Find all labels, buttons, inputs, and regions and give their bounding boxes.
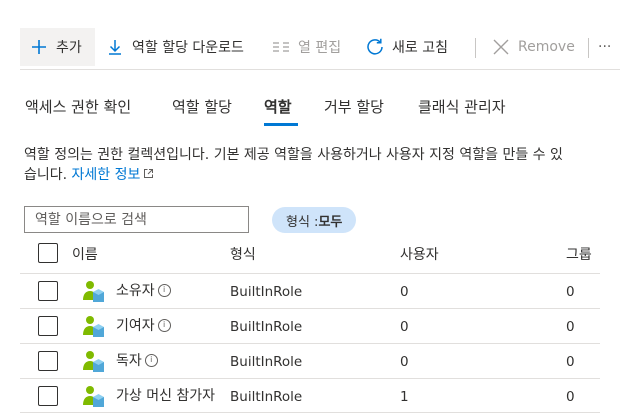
role-users-count: 0 (400, 319, 409, 335)
role-name[interactable]: 가상 머신 참가자 (116, 385, 220, 405)
select-all-checkbox[interactable] (38, 243, 58, 263)
role-icon (83, 316, 104, 337)
role-name-search-input[interactable] (24, 206, 249, 233)
refresh-label: 새로 고침 (392, 40, 448, 56)
role-groups-count: 0 (566, 389, 575, 405)
column-header-users[interactable]: 사용자 (400, 244, 439, 264)
row-checkbox[interactable] (38, 281, 58, 301)
column-header-name[interactable]: 이름 (72, 244, 98, 264)
columns-icon (270, 36, 292, 58)
learn-more-link[interactable]: 자세한 정보 (72, 167, 155, 183)
tab-deny-assignments[interactable]: 거부 할당 (324, 96, 384, 117)
roles-description: 역할 정의는 권한 컬렉션입니다. 기본 제공 역할을 사용하거나 사용자 지정… (24, 145, 620, 185)
role-type: BuiltInRole (230, 319, 303, 335)
role-name-text: 가상 머신 참가자 (116, 388, 216, 404)
role-name-text: 소유자 (116, 283, 155, 299)
role-groups-count: 0 (566, 319, 575, 335)
download-label: 역할 할당 다운로드 (132, 40, 244, 56)
external-link-icon (143, 165, 154, 185)
edit-columns-button[interactable]: 열 편집 (270, 28, 341, 66)
type-filter-pill[interactable]: 형식 : 모두 (272, 207, 357, 233)
info-icon[interactable]: i (144, 353, 158, 367)
role-groups-count: 0 (566, 284, 575, 300)
role-type: BuiltInRole (230, 389, 303, 405)
role-name[interactable]: 소유자 i (116, 280, 220, 300)
more-label: ··· (598, 39, 612, 55)
description-text: 습니다. (24, 167, 72, 183)
role-name-text: 기여자 (116, 318, 155, 334)
role-users-count: 0 (400, 354, 409, 370)
row-checkbox[interactable] (38, 316, 58, 336)
tab-roles[interactable]: 역할 (264, 96, 292, 117)
role-users-count: 1 (400, 389, 409, 405)
column-header-type[interactable]: 형식 (230, 244, 256, 264)
active-tab-indicator (264, 123, 298, 126)
header-divider (20, 273, 600, 274)
close-icon (490, 36, 512, 58)
learn-more-label: 자세한 정보 (71, 167, 141, 183)
toolbar-divider (588, 38, 589, 58)
role-users-count: 0 (400, 284, 409, 300)
role-groups-count: 0 (566, 354, 575, 370)
role-name[interactable]: 기여자 i (116, 315, 220, 335)
info-icon[interactable]: i (157, 283, 171, 297)
type-filter-value: 모두 (318, 214, 343, 230)
row-divider (20, 343, 600, 344)
remove-button[interactable]: Remove (490, 28, 575, 66)
role-type: BuiltInRole (230, 354, 303, 370)
row-divider (20, 308, 600, 309)
download-icon (104, 36, 126, 58)
add-label: 추가 (56, 40, 82, 56)
toolbar-divider (475, 38, 476, 58)
info-icon[interactable]: i (157, 318, 171, 332)
refresh-icon (364, 36, 386, 58)
add-button[interactable]: 추가 (20, 28, 95, 66)
refresh-button[interactable]: 새로 고침 (364, 28, 448, 66)
role-icon (83, 386, 104, 407)
role-icon (83, 281, 104, 302)
row-divider (20, 412, 600, 413)
edit-columns-label: 열 편집 (298, 40, 342, 56)
plus-icon (28, 36, 50, 58)
role-name-text: 독자 (116, 353, 142, 369)
role-icon (83, 351, 104, 372)
more-button[interactable]: ··· (598, 28, 611, 66)
role-type: BuiltInRole (230, 284, 303, 300)
download-role-assignments-button[interactable]: 역할 할당 다운로드 (104, 28, 244, 66)
row-divider (20, 378, 600, 379)
type-filter-label: 형식 : (286, 214, 319, 230)
tab-check-access[interactable]: 액세스 권한 확인 (25, 96, 131, 117)
toolbar-divider-line (20, 69, 620, 70)
remove-label: Remove (518, 39, 575, 55)
row-checkbox[interactable] (38, 386, 58, 406)
column-header-groups[interactable]: 그룹 (566, 244, 592, 264)
description-line-2: 습니다. 자세한 정보 (24, 165, 620, 185)
description-line-1: 역할 정의는 권한 컬렉션입니다. 기본 제공 역할을 사용하거나 사용자 지정… (24, 147, 563, 163)
role-name[interactable]: 독자 i (116, 350, 220, 370)
tab-role-assignments[interactable]: 역할 할당 (172, 96, 232, 117)
row-checkbox[interactable] (38, 351, 58, 371)
tab-classic-administrators[interactable]: 클래식 관리자 (418, 96, 506, 117)
